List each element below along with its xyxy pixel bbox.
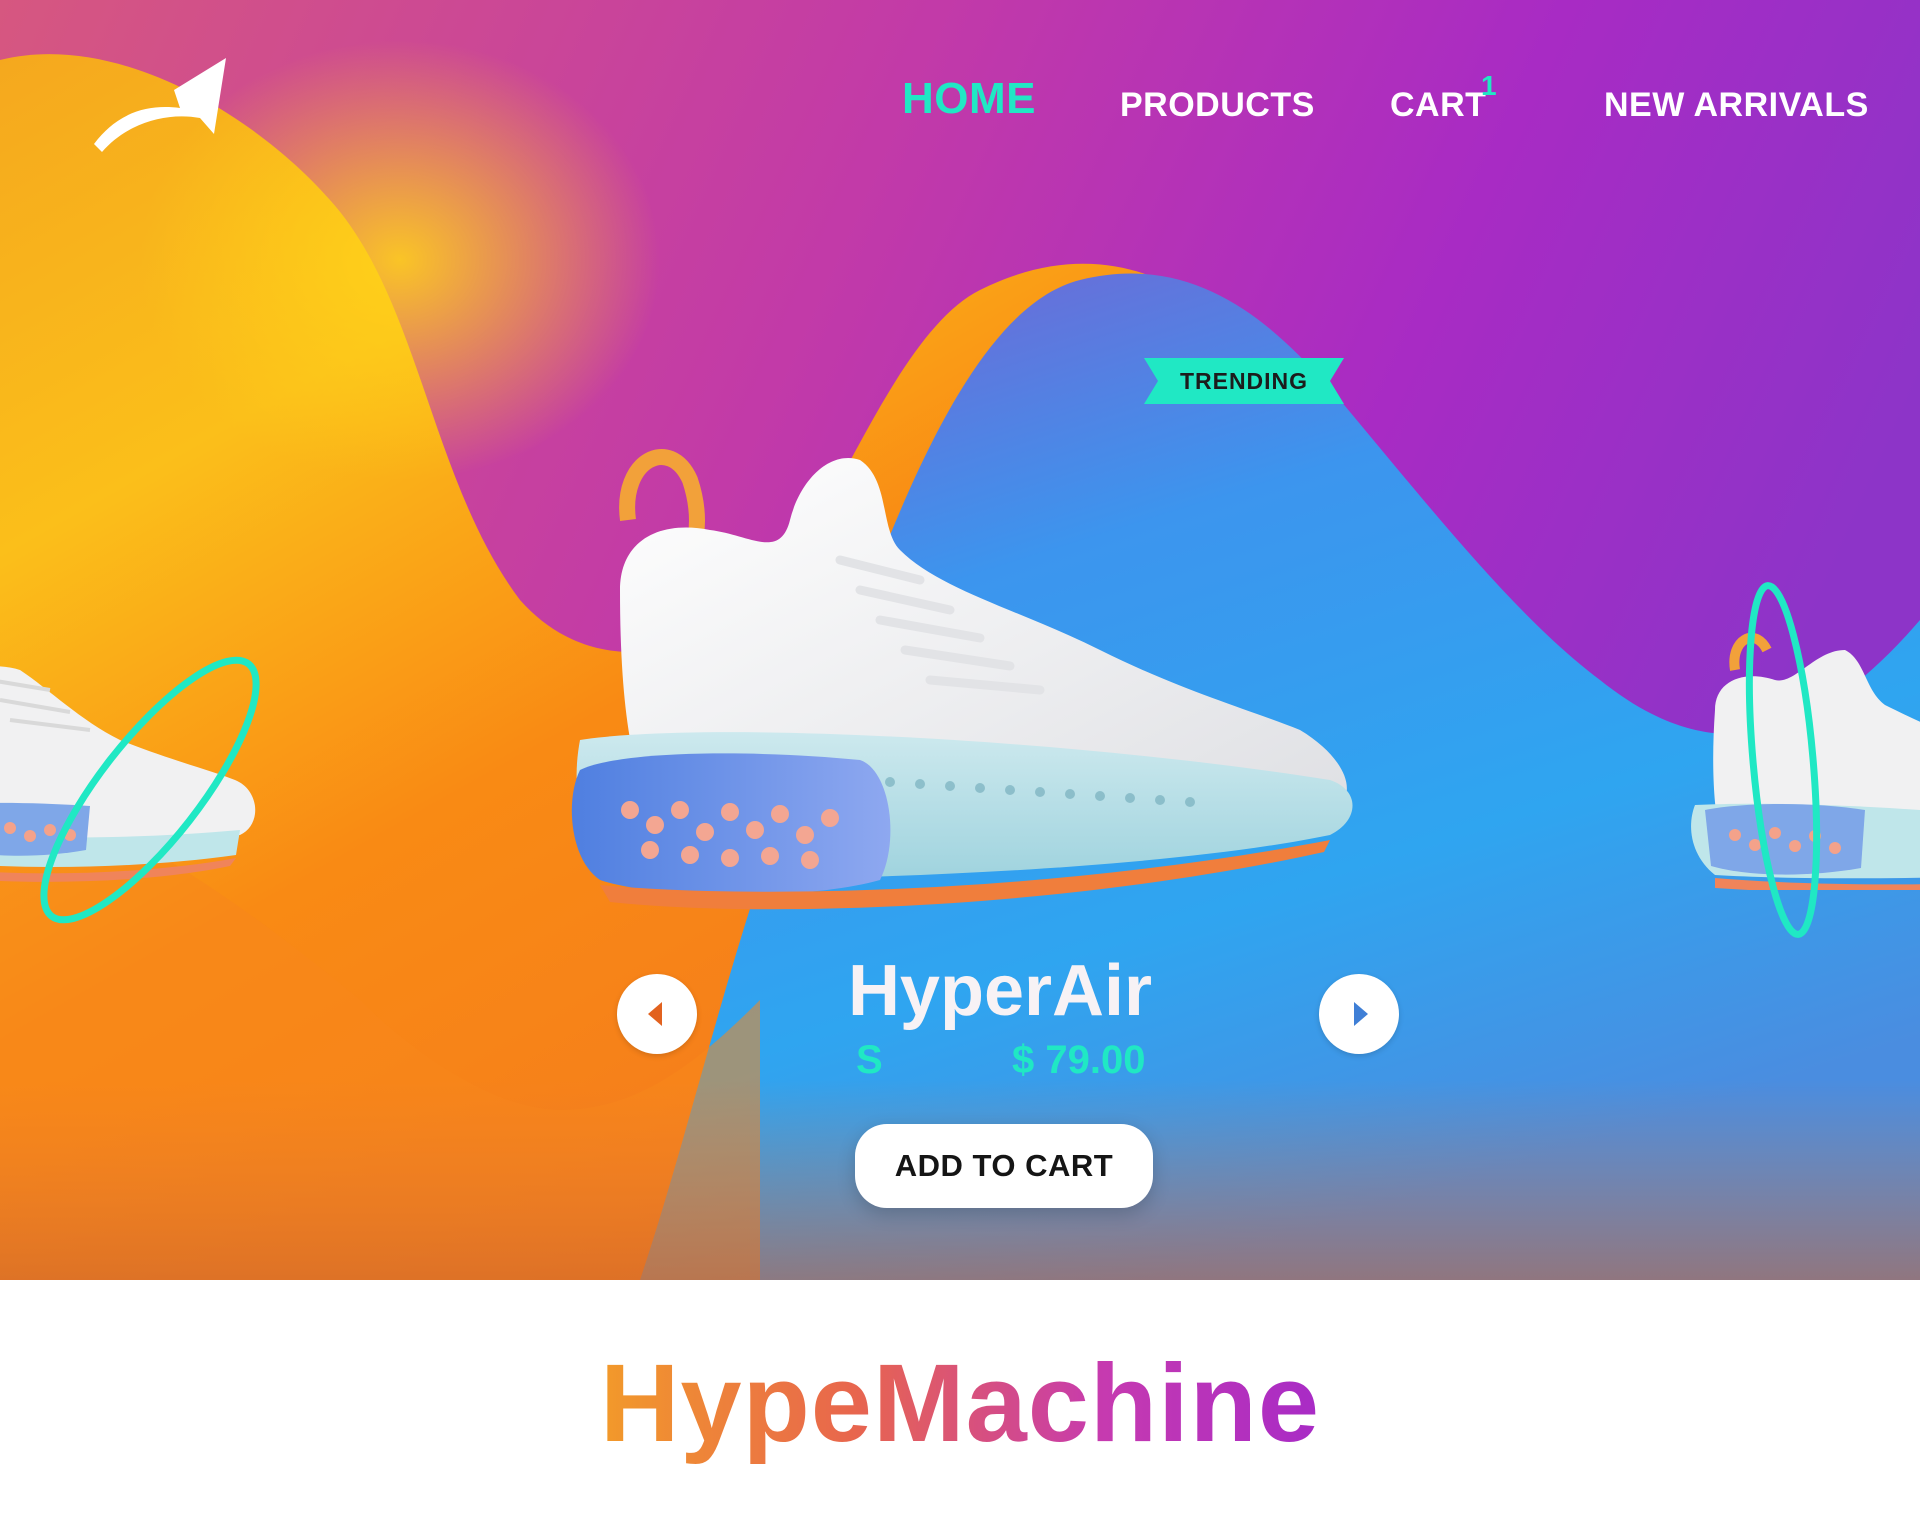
product-price: $ 79.00 (1012, 1038, 1146, 1082)
main-nav: HOME PRODUCTS CART 1 NEW ARRIVALS (0, 70, 1920, 140)
add-to-cart-button[interactable]: ADD TO CART (855, 1124, 1153, 1208)
brand-title: HypeMachine (0, 1340, 1920, 1467)
landing-page: HOME PRODUCTS CART 1 NEW ARRIVALS TRENDI… (0, 0, 1920, 1515)
nav-item-new-arrivals[interactable]: NEW ARRIVALS (1604, 86, 1869, 125)
size-selector[interactable]: S (856, 1038, 883, 1083)
carousel-prev-button[interactable] (617, 974, 697, 1054)
orbit-ring-left (40, 656, 260, 924)
brand-name: HypeMachine (599, 1342, 1321, 1465)
cart-count-badge: 1 (1481, 70, 1497, 101)
carousel-next-button[interactable] (1319, 974, 1399, 1054)
nav-item-home[interactable]: HOME (902, 74, 1036, 124)
triangle-right-icon (1354, 1002, 1368, 1026)
nav-item-products[interactable]: PRODUCTS (1120, 86, 1315, 125)
shoe-image-hyperair[interactable] (560, 440, 1460, 920)
hero-banner: HOME PRODUCTS CART 1 NEW ARRIVALS TRENDI… (0, 0, 1920, 1280)
orbit-ring-right (1745, 582, 1821, 938)
trending-label: TRENDING (1179, 368, 1309, 394)
product-name: HyperAir (847, 951, 1153, 1031)
nav-item-cart[interactable]: CART (1390, 86, 1486, 125)
triangle-left-icon (648, 1002, 662, 1026)
trending-badge: TRENDING (1144, 358, 1344, 404)
